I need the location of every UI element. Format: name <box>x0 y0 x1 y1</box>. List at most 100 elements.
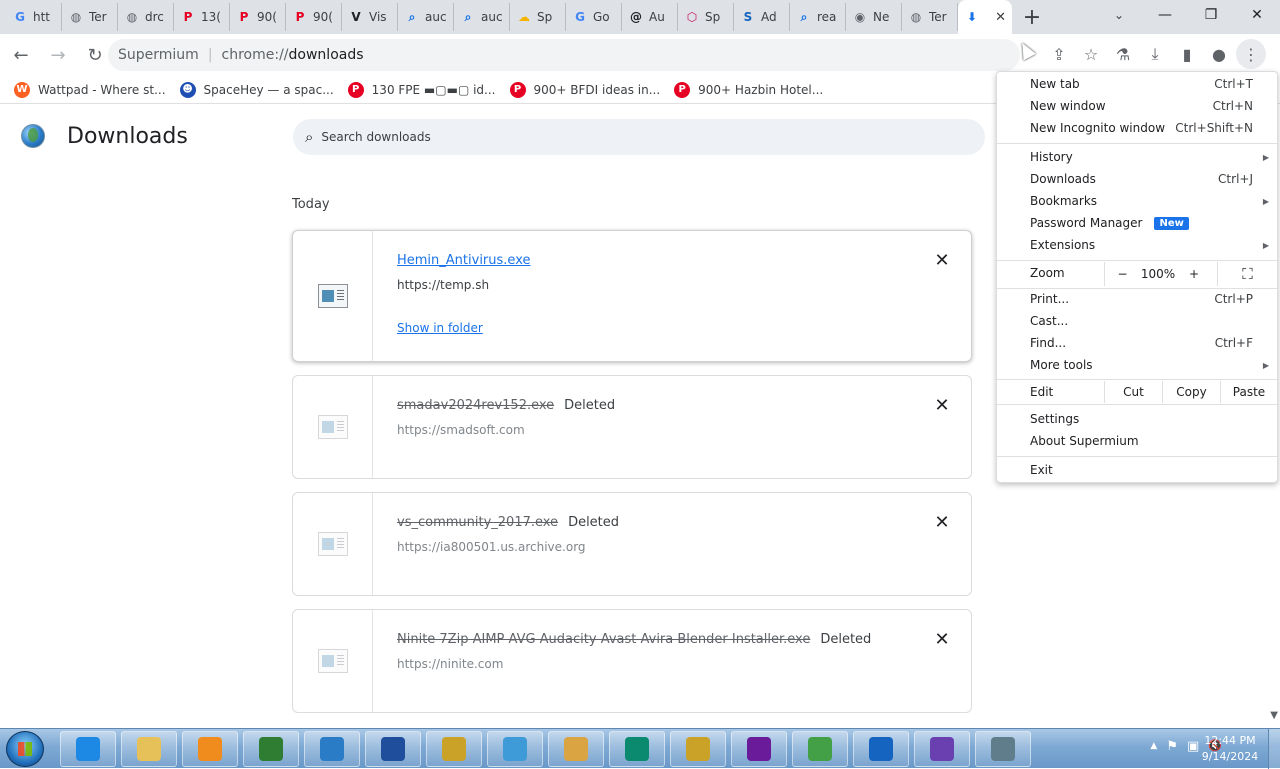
clock-time: 12:44 PM <box>1204 734 1256 747</box>
browser-tab[interactable]: Ghtt <box>6 3 62 31</box>
bookmark-item[interactable]: ☻ SpaceHey — a spac... <box>179 81 334 98</box>
bookmark-item[interactable]: P 900+ BFDI ideas in... <box>509 81 660 98</box>
browser-tab[interactable]: G Go <box>566 3 622 31</box>
cut-button[interactable]: Cut <box>1104 381 1162 403</box>
menu-item-password-manager[interactable]: Password Manager New <box>997 212 1277 234</box>
show-in-folder-link[interactable]: Show in folder <box>397 321 531 335</box>
bookmark-label: SpaceHey — a spac... <box>203 82 334 97</box>
maximize-button[interactable]: ❐ <box>1188 0 1234 30</box>
taskbar-app-button[interactable] <box>365 731 421 767</box>
remove-download-icon[interactable]: ✕ <box>931 249 953 271</box>
taskbar-app-button[interactable] <box>304 731 360 767</box>
taskbar-app-button[interactable] <box>426 731 482 767</box>
tab-search-button[interactable]: ⌄ <box>1104 0 1134 30</box>
browser-tab[interactable]: ⌕ auc <box>454 3 510 31</box>
google-icon: G <box>15 10 25 24</box>
minimize-button[interactable]: — <box>1142 0 1188 30</box>
tray-expand-icon[interactable]: ▲ <box>1150 739 1157 754</box>
extensions-icon[interactable]: ⚗ <box>1108 39 1138 69</box>
browser-tab[interactable]: ⌕ rea <box>790 3 846 31</box>
reload-button[interactable]: ↻ <box>79 39 111 71</box>
browser-tab[interactable]: ◍ Ter <box>62 3 118 31</box>
taskbar-app-button[interactable] <box>975 731 1031 767</box>
start-button[interactable] <box>6 731 44 767</box>
taskbar-app-button[interactable] <box>609 731 665 767</box>
search-downloads-bar[interactable]: ⌕ <box>293 119 985 155</box>
zoom-out-button[interactable]: − <box>1104 262 1140 286</box>
search-input[interactable] <box>321 130 922 144</box>
browser-tab[interactable]: P 13( <box>174 3 230 31</box>
show-desktop-button[interactable] <box>1268 729 1280 769</box>
paste-button[interactable]: Paste <box>1220 381 1277 403</box>
browser-tab[interactable]: V Vis <box>342 3 398 31</box>
close-tab-icon[interactable]: ✕ <box>995 10 1006 25</box>
taskbar-app-button[interactable] <box>243 731 299 767</box>
browser-tab[interactable]: P 90( <box>230 3 286 31</box>
remove-download-icon[interactable]: ✕ <box>931 394 953 416</box>
download-source-url: https://smadsoft.com <box>397 423 525 437</box>
taskbar-app-button[interactable] <box>60 731 116 767</box>
copy-button[interactable]: Copy <box>1162 381 1220 403</box>
menu-item-bookmarks[interactable]: Bookmarks ▶ <box>997 190 1277 212</box>
menu-item-about[interactable]: About Supermium <box>997 430 1277 452</box>
new-tab-button[interactable]: + <box>1012 0 1052 34</box>
remove-download-icon[interactable]: ✕ <box>931 511 953 533</box>
browser-tab[interactable]: ◉ Ne <box>846 3 902 31</box>
menu-item-settings[interactable]: Settings <box>997 408 1277 430</box>
browser-tab[interactable]: ⬡ Sp <box>678 3 734 31</box>
close-window-button[interactable]: ✕ <box>1234 0 1280 30</box>
menu-item-exit[interactable]: Exit <box>997 459 1277 481</box>
menu-item-find[interactable]: Find... Ctrl+F <box>997 332 1277 354</box>
menu-item-extensions[interactable]: Extensions ▶ <box>997 234 1277 256</box>
menu-item-history[interactable]: History ▶ <box>997 146 1277 168</box>
taskbar-app-button[interactable] <box>670 731 726 767</box>
taskbar-app-button[interactable] <box>121 731 177 767</box>
menu-kebab-icon[interactable]: ⋮ <box>1236 39 1266 69</box>
browser-tab[interactable]: ⌕ auc <box>398 3 454 31</box>
taskbar-app-button[interactable] <box>853 731 909 767</box>
menu-item-label: Cast... <box>1030 314 1069 328</box>
taskbar-app-button[interactable] <box>548 731 604 767</box>
exe-file-icon <box>317 415 348 439</box>
action-center-flag-icon[interactable]: ⚑ <box>1166 739 1178 754</box>
browser-tab[interactable]: @ Au <box>622 3 678 31</box>
profile-icon[interactable]: ● <box>1204 39 1234 69</box>
menu-item-cast[interactable]: Cast... <box>997 310 1277 332</box>
taskbar-app-button[interactable] <box>731 731 787 767</box>
menu-item-new-window[interactable]: New window Ctrl+N <box>997 95 1277 117</box>
bookmark-item[interactable]: P 130 FPE ▬▢▬▢ id... <box>347 81 496 98</box>
fullscreen-icon[interactable]: ⛶ <box>1217 262 1277 286</box>
bookmark-item[interactable]: P 900+ Hazbin Hotel... <box>674 81 823 98</box>
browser-tab[interactable]: P 90( <box>286 3 342 31</box>
browser-tab[interactable]: S Ad <box>734 3 790 31</box>
taskbar-app-button[interactable] <box>487 731 543 767</box>
tab-downloads-active[interactable]: ⬇ ✕ <box>958 0 1012 34</box>
browser-tab[interactable]: ☁ Sp <box>510 3 566 31</box>
address-bar[interactable]: Supermium | chrome://downloads <box>108 39 1020 71</box>
downloads-toolbar-icon[interactable]: ⤓ <box>1140 39 1170 69</box>
zoom-in-button[interactable]: + <box>1176 262 1212 286</box>
pinterest-icon: P <box>509 81 526 98</box>
bookmark-label: 130 FPE ▬▢▬▢ id... <box>371 82 496 97</box>
bookmark-star-icon[interactable]: ☆ <box>1076 39 1106 69</box>
taskbar-app-button[interactable] <box>792 731 848 767</box>
menu-item-more-tools[interactable]: More tools ▶ <box>997 354 1277 376</box>
taskbar-app-button[interactable] <box>182 731 238 767</box>
remove-download-icon[interactable]: ✕ <box>931 628 953 650</box>
menu-item-print[interactable]: Print... Ctrl+P <box>997 288 1277 310</box>
side-panel-icon[interactable]: ▮ <box>1172 39 1202 69</box>
browser-tab[interactable]: ◍ Ter <box>902 3 958 31</box>
share-icon[interactable]: ⇪ <box>1044 39 1074 69</box>
menu-item-new-incognito[interactable]: New Incognito window Ctrl+Shift+N <box>997 117 1277 139</box>
bookmark-item[interactable]: W Wattpad - Where st... <box>14 81 166 98</box>
forward-button[interactable]: → <box>42 39 74 71</box>
menu-item-downloads[interactable]: Downloads Ctrl+J <box>997 168 1277 190</box>
download-filename-link[interactable]: Hemin_Antivirus.exe <box>397 253 531 268</box>
taskbar-clock[interactable]: 12:44 PM 9/14/2024 <box>1195 733 1265 765</box>
back-button[interactable]: ← <box>5 39 37 71</box>
supermium-icon <box>320 737 344 761</box>
scroll-down-arrow-icon[interactable]: ▼ <box>1270 710 1278 721</box>
menu-item-new-tab[interactable]: New tab Ctrl+T <box>997 73 1277 95</box>
browser-tab[interactable]: ◍ drc <box>118 3 174 31</box>
taskbar-app-button[interactable] <box>914 731 970 767</box>
